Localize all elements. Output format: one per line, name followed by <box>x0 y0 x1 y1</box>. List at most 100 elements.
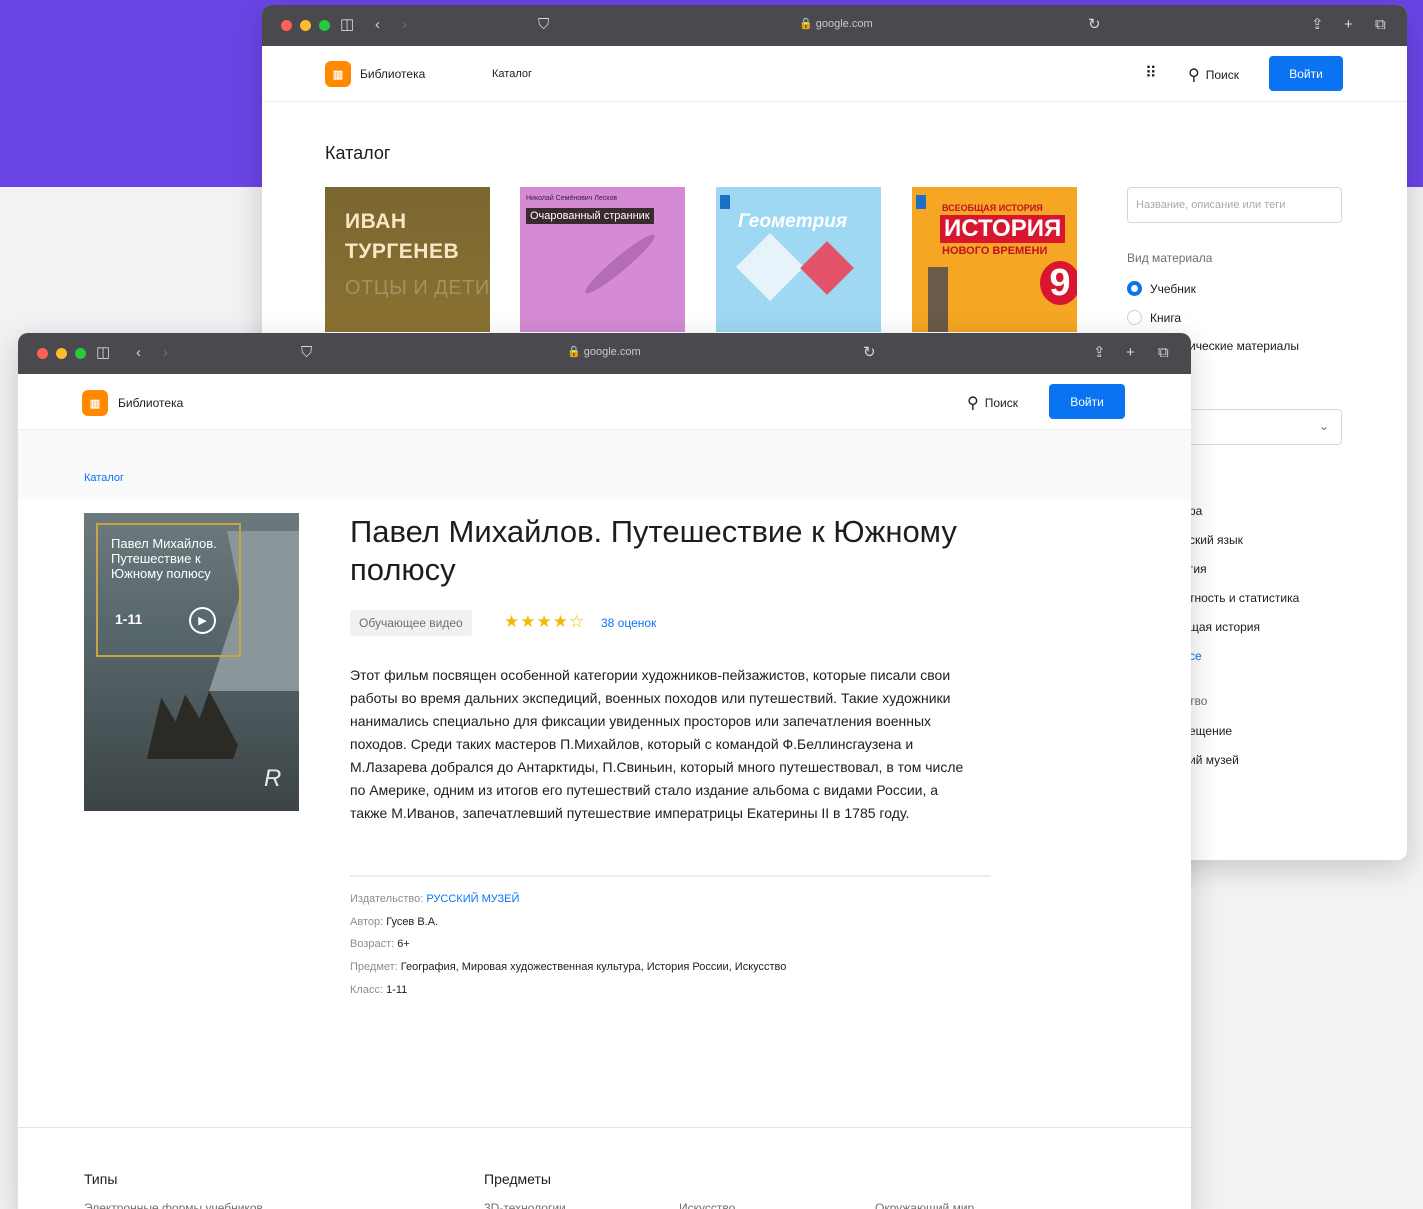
star-filled-icon[interactable]: ★ <box>537 612 552 632</box>
page-title: Каталог <box>325 143 391 163</box>
material-type-heading: Вид материала <box>1127 251 1213 265</box>
tabs-overview-icon[interactable]: ⧉ <box>1158 344 1169 362</box>
search-button[interactable]: ⚲ Поиск <box>1188 65 1239 85</box>
search-button[interactable]: ⚲ Поиск <box>967 393 1018 413</box>
footer-link[interactable]: Окружающий мир <box>875 1201 974 1209</box>
brand-name[interactable]: Библиотека <box>118 396 183 410</box>
subject-item[interactable]: щая история <box>1189 620 1260 634</box>
subject-item[interactable]: гия <box>1189 562 1207 576</box>
book-cover-history[interactable]: ВСЕОБЩАЯ ИСТОРИЯ ИСТОРИЯ НОВОГО ВРЕМЕНИ … <box>912 187 1077 332</box>
tabs-overview-icon[interactable]: ⧉ <box>1375 16 1386 34</box>
share-icon[interactable]: ⇪ <box>1093 344 1106 362</box>
play-icon[interactable]: ▶ <box>189 607 216 634</box>
chevron-down-icon: ⌄ <box>1318 419 1329 433</box>
book-cover-geometry[interactable]: Геометрия <box>716 187 881 332</box>
new-tab-icon[interactable]: + <box>1344 16 1353 34</box>
book-cover-leskov[interactable]: Николай Семёнович Лесков Очарованный стр… <box>520 187 685 332</box>
sidebar-icon[interactable]: ◫ <box>340 16 354 34</box>
meta-key: Предмет: <box>350 961 398 973</box>
library-logo-icon[interactable]: ▥ <box>325 61 351 87</box>
radio-methodical-label[interactable]: ические материалы <box>1189 339 1299 353</box>
radio-label: Книга <box>1150 310 1182 325</box>
search-icon: ⚲ <box>1188 67 1200 84</box>
radio-book[interactable]: Книга <box>1127 310 1181 325</box>
zoom-dot[interactable] <box>319 20 330 31</box>
book-title: Геометрия <box>738 211 848 232</box>
radio-icon <box>1127 310 1142 325</box>
ratings-count-link[interactable]: 38 оценок <box>601 616 656 630</box>
breadcrumb-band <box>18 430 1191 500</box>
brand-name[interactable]: Библиотека <box>360 67 425 81</box>
forward-icon[interactable]: › <box>402 16 407 34</box>
minimize-dot[interactable] <box>56 348 67 359</box>
poster-grade: 1-11 <box>115 611 143 627</box>
search-label: Поиск <box>984 396 1018 410</box>
login-button[interactable]: Войти <box>1269 56 1343 91</box>
radio-textbook[interactable]: Учебник <box>1127 281 1196 296</box>
publisher-item[interactable]: ещение <box>1189 724 1232 738</box>
subject-item[interactable]: ра <box>1189 504 1202 518</box>
address-bar[interactable]: 🔒 google.com <box>799 17 873 30</box>
footer-divider <box>18 1127 1191 1128</box>
meta-value: Гусев В.А. <box>386 916 439 928</box>
forward-icon[interactable]: › <box>163 344 168 362</box>
publisher-link[interactable]: РУССКИЙ МУЗЕЙ <box>426 893 519 905</box>
description: Этот фильм посвящен особенной категории … <box>350 667 964 821</box>
search-label: Поиск <box>1205 68 1239 82</box>
meta-value: 6+ <box>397 938 410 950</box>
meta-publisher: Издательство: РУССКИЙ МУЗЕЙ <box>350 893 519 905</box>
shield-icon[interactable]: ⛉ <box>301 344 312 362</box>
footer-link[interactable]: Электронные формы учебников <box>84 1201 263 1209</box>
feather-illustration <box>581 229 659 299</box>
nav-catalog[interactable]: Каталог <box>492 68 532 80</box>
window-controls <box>37 348 86 359</box>
catalog-search-input[interactable]: Название, описание или теги <box>1127 187 1342 223</box>
star-filled-icon[interactable]: ★ <box>504 612 519 632</box>
reload-icon[interactable]: ↻ <box>1088 16 1101 34</box>
meta-age: Возраст: 6+ <box>350 938 410 950</box>
minimize-dot[interactable] <box>300 20 311 31</box>
grade-badge: 9 <box>1040 261 1077 305</box>
footer-link[interactable]: 3D-технологии <box>484 1201 566 1209</box>
book-series: ВСЕОБЩАЯ ИСТОРИЯ <box>942 203 1043 213</box>
login-button[interactable]: Войти <box>1049 384 1125 419</box>
url-text: google.com <box>583 346 641 358</box>
rating-stars[interactable]: ★ ★ ★ ★ ☆ <box>504 612 584 632</box>
book-line2: ТУРГЕНЕВ <box>345 240 460 263</box>
front-browser-window: ◫ ‹ › ⛉ 🔒 google.com ↻ ⇪ + ⧉ ▥ Библиотек… <box>18 333 1191 1209</box>
star-filled-icon[interactable]: ★ <box>520 612 535 632</box>
shield-icon[interactable]: ⛉ <box>538 16 549 34</box>
close-dot[interactable] <box>37 348 48 359</box>
subject-item[interactable]: ский язык <box>1189 533 1243 547</box>
zoom-dot[interactable] <box>75 348 86 359</box>
back-icon[interactable]: ‹ <box>375 16 380 34</box>
publisher-tag <box>720 195 730 209</box>
publisher-item[interactable]: ий музей <box>1189 753 1239 767</box>
ship-illustration <box>146 691 238 759</box>
breadcrumb-catalog[interactable]: Каталог <box>84 472 124 484</box>
video-poster[interactable]: Павел Михайлов. Путешествие к Южному пол… <box>84 513 299 811</box>
subject-item[interactable]: тность и статистика <box>1189 591 1299 605</box>
footer-link[interactable]: Искусство <box>679 1201 735 1209</box>
reload-icon[interactable]: ↻ <box>863 344 876 362</box>
address-bar[interactable]: 🔒 google.com <box>567 345 641 358</box>
book-line1: ИВАН <box>345 210 407 233</box>
meta-key: Издательство: <box>350 893 424 905</box>
browser-toolbar: ◫ ‹ › ⛉ 🔒 google.com ↻ ⇪ + ⧉ <box>262 5 1407 46</box>
star-empty-icon[interactable]: ☆ <box>569 612 584 632</box>
meta-value: География, Мировая художественная культу… <box>400 961 787 973</box>
book-cover-turgenev[interactable]: ИВАН ТУРГЕНЕВ ОТЦЫ И ДЕТИ <box>325 187 490 332</box>
book-subtitle: НОВОГО ВРЕМЕНИ <box>942 245 1048 257</box>
window-controls <box>281 20 330 31</box>
apps-grid-icon[interactable]: ⠿ <box>1145 63 1157 83</box>
url-text: google.com <box>815 18 873 30</box>
museum-logo-icon: R <box>264 765 282 792</box>
sidebar-icon[interactable]: ◫ <box>96 344 110 362</box>
star-filled-icon[interactable]: ★ <box>553 612 568 632</box>
new-tab-icon[interactable]: + <box>1126 344 1135 362</box>
share-icon[interactable]: ⇪ <box>1311 16 1324 34</box>
close-dot[interactable] <box>281 20 292 31</box>
footer-subjects-heading: Предметы <box>484 1171 551 1187</box>
library-logo-icon[interactable]: ▥ <box>82 390 108 416</box>
back-icon[interactable]: ‹ <box>136 344 141 362</box>
